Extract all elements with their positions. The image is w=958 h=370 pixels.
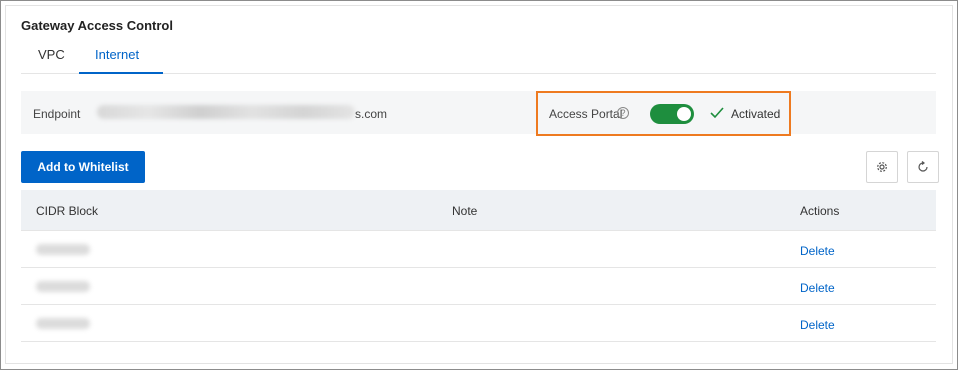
table-row: Delete bbox=[21, 305, 936, 342]
gear-icon bbox=[877, 162, 887, 172]
endpoint-label: Endpoint bbox=[33, 107, 81, 121]
refresh-button[interactable] bbox=[907, 151, 939, 183]
access-portal-highlight: Access Portal ? Activated bbox=[536, 91, 791, 136]
check-icon bbox=[710, 107, 724, 119]
table-header: CIDR Block Note Actions bbox=[21, 190, 936, 231]
table-row: Delete bbox=[21, 268, 936, 305]
active-tab-indicator bbox=[79, 72, 163, 74]
delete-link[interactable]: Delete bbox=[800, 244, 835, 258]
cidr-value-redacted bbox=[36, 244, 90, 255]
refresh-icon bbox=[918, 161, 928, 172]
access-portal-toggle[interactable] bbox=[650, 104, 694, 124]
gateway-access-control-panel: Gateway Access Control VPC Internet Endp… bbox=[5, 5, 953, 364]
delete-link[interactable]: Delete bbox=[800, 281, 835, 295]
access-portal-status: Activated bbox=[731, 107, 781, 121]
tab-bar: VPC Internet bbox=[21, 44, 936, 74]
column-header-note: Note bbox=[452, 204, 478, 218]
endpoint-bar: Endpoint s.com bbox=[21, 91, 936, 134]
cidr-value-redacted bbox=[36, 281, 90, 292]
endpoint-value-suffix: s.com bbox=[355, 107, 388, 121]
tab-internet[interactable]: Internet bbox=[95, 47, 139, 62]
question-circle-icon[interactable]: ? bbox=[617, 107, 629, 119]
add-to-whitelist-button[interactable]: Add to Whitelist bbox=[21, 151, 145, 183]
screenshot-frame: Gateway Access Control VPC Internet Endp… bbox=[0, 0, 958, 370]
panel-title: Gateway Access Control bbox=[21, 18, 173, 33]
endpoint-value-redacted bbox=[97, 105, 355, 119]
access-portal-label: Access Portal bbox=[549, 107, 623, 121]
settings-button[interactable] bbox=[866, 151, 898, 183]
column-header-cidr: CIDR Block bbox=[36, 204, 99, 218]
tab-vpc[interactable]: VPC bbox=[38, 47, 65, 62]
cidr-value-redacted bbox=[36, 318, 90, 329]
delete-link[interactable]: Delete bbox=[800, 318, 835, 332]
whitelist-table: CIDR Block Note Actions Delete Delete De… bbox=[21, 190, 936, 342]
toggle-knob bbox=[677, 107, 691, 121]
table-row: Delete bbox=[21, 231, 936, 268]
column-header-actions: Actions bbox=[800, 204, 840, 218]
